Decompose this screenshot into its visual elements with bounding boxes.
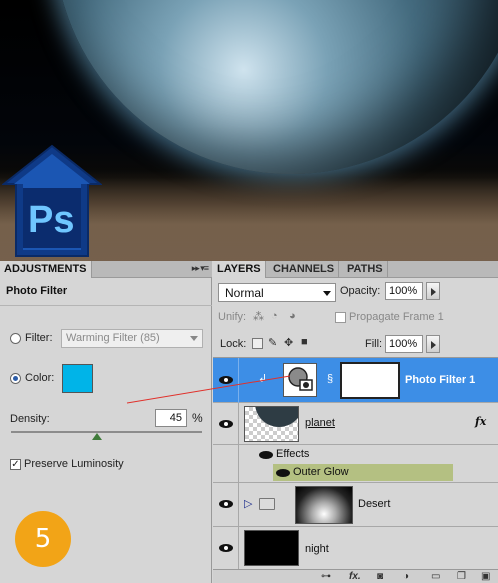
photo-filter-icon <box>288 367 313 391</box>
lock-all-icon[interactable]: ■ <box>301 336 308 348</box>
unify-label: Unify: <box>218 311 247 323</box>
adjustment-icon[interactable]: ◑ <box>403 571 409 582</box>
layer-mask-thumbnail[interactable] <box>340 362 400 399</box>
layer-name[interactable]: night <box>305 543 329 555</box>
artwork-canvas: Ps <box>0 0 498 261</box>
eye-icon <box>219 420 233 428</box>
opacity-label: Opacity: <box>340 285 381 297</box>
panel-menu-icon[interactable]: ▸▸ ▾≡ <box>192 263 209 274</box>
blend-mode-select[interactable]: Normal <box>218 283 336 302</box>
density-unit: % <box>192 411 203 425</box>
planet-thumb-shape <box>255 407 298 427</box>
eye-icon <box>219 376 233 384</box>
unify-visibility-icon[interactable]: ◔ <box>271 310 278 322</box>
photoshop-logo-icon: Ps <box>2 144 102 257</box>
unify-position-icon[interactable]: ⁂ <box>253 310 264 323</box>
color-label: Color: <box>25 372 55 384</box>
layer-row-desert[interactable]: ▷ Desert <box>213 483 498 527</box>
fill-input[interactable]: 100% <box>385 335 423 353</box>
visibility-toggle[interactable] <box>213 483 239 527</box>
effects-eye-column <box>213 445 239 483</box>
link-icon[interactable]: ⊶ <box>321 571 331 582</box>
planet-image <box>54 0 498 174</box>
fx-icon[interactable]: fx <box>475 415 486 428</box>
density-slider-track[interactable] <box>11 431 202 433</box>
effect-row-outer-glow[interactable]: Outer Glow <box>273 464 453 481</box>
lock-brush-icon[interactable]: ✎ <box>268 336 277 349</box>
visibility-toggle[interactable] <box>213 358 239 403</box>
density-label: Density: <box>10 413 50 425</box>
layer-row-planet[interactable]: planet fx <box>213 403 498 445</box>
fill-arrow-icon[interactable] <box>426 335 440 353</box>
layers-bottom-bar: ⊶ fx. ◙ ◑ ▭ ❐ ▣ <box>213 569 498 583</box>
filter-value: Warming Filter (85) <box>66 332 160 344</box>
visibility-toggle[interactable] <box>213 403 239 445</box>
filter-radio[interactable] <box>10 333 21 344</box>
layers-list: ↲ § Photo Filter 1 planet fx Effects Out… <box>213 357 498 570</box>
effects-row[interactable]: Effects <box>213 445 498 483</box>
clip-arrow-icon: ↲ <box>258 373 268 385</box>
preserve-luminosity-label: Preserve Luminosity <box>24 458 124 470</box>
lock-move-icon[interactable]: ✥ <box>284 336 293 349</box>
layer-row-night[interactable]: night <box>213 527 498 570</box>
mask-link-icon[interactable]: § <box>327 373 333 385</box>
tab-layers[interactable]: LAYERS <box>213 261 266 278</box>
fill-label: Fill: <box>365 338 383 350</box>
lock-transparency-icon[interactable] <box>252 338 263 349</box>
new-layer-icon[interactable]: ❐ <box>457 571 466 582</box>
lock-label: Lock: <box>220 338 247 350</box>
fx-icon[interactable]: fx. <box>349 571 361 582</box>
effect-name: Outer Glow <box>293 466 349 478</box>
layers-panel: LAYERS CHANNELS PATHS Normal Opacity: 10… <box>213 261 498 583</box>
effects-label: Effects <box>276 448 310 460</box>
layer-thumbnail[interactable] <box>244 406 299 442</box>
eye-icon <box>219 500 233 508</box>
layer-name[interactable]: planet <box>305 417 335 429</box>
group-icon[interactable]: ▭ <box>431 571 440 582</box>
layers-tabbar: LAYERS CHANNELS PATHS <box>213 261 498 278</box>
eye-icon <box>219 544 233 552</box>
eye-icon[interactable] <box>276 469 290 477</box>
visibility-toggle[interactable] <box>213 527 239 570</box>
layer-name[interactable]: Photo Filter 1 <box>405 374 475 386</box>
group-thumbnail[interactable] <box>295 486 353 524</box>
adjustment-thumbnail[interactable] <box>283 363 317 397</box>
density-slider-thumb[interactable] <box>91 433 102 440</box>
opacity-arrow-icon[interactable] <box>426 282 440 300</box>
chevron-down-icon <box>323 291 331 296</box>
blend-mode-value: Normal <box>225 286 264 300</box>
propagate-checkbox[interactable] <box>335 312 346 323</box>
eye-icon[interactable] <box>259 451 273 459</box>
filter-select[interactable]: Warming Filter (85) <box>61 329 203 348</box>
layer-row-photo-filter[interactable]: ↲ § Photo Filter 1 <box>213 358 498 403</box>
step-badge: 5 <box>15 511 71 567</box>
layer-name[interactable]: Desert <box>358 498 390 510</box>
expand-triangle-icon[interactable]: ▷ <box>244 497 252 510</box>
adjustment-title: Photo Filter <box>6 285 68 297</box>
unify-style-icon[interactable]: ◕ <box>289 310 296 322</box>
filter-label: Filter: <box>25 332 53 344</box>
logo-text: Ps <box>28 199 74 241</box>
mask-icon[interactable]: ◙ <box>377 571 383 582</box>
color-swatch[interactable] <box>62 364 93 393</box>
folder-icon <box>259 498 275 510</box>
propagate-label: Propagate Frame 1 <box>349 311 444 323</box>
tab-adjustments[interactable]: ADJUSTMENTS <box>0 261 92 278</box>
color-radio[interactable] <box>10 373 21 384</box>
layer-thumbnail[interactable] <box>244 530 299 566</box>
preserve-luminosity-checkbox[interactable]: ✓ <box>10 459 21 470</box>
chevron-down-icon <box>190 336 198 341</box>
opacity-input[interactable]: 100% <box>385 282 423 300</box>
tab-paths[interactable]: PATHS <box>343 261 388 278</box>
adjustments-panel: ADJUSTMENTS ▸▸ ▾≡ Photo Filter Filter: W… <box>0 261 212 583</box>
panels-area: ADJUSTMENTS ▸▸ ▾≡ Photo Filter Filter: W… <box>0 261 498 583</box>
divider <box>0 305 212 306</box>
trash-icon[interactable]: ▣ <box>481 571 490 582</box>
density-input[interactable]: 45 <box>155 409 187 427</box>
tab-channels[interactable]: CHANNELS <box>269 261 340 278</box>
adjustments-tabbar: ADJUSTMENTS ▸▸ ▾≡ <box>0 261 212 278</box>
